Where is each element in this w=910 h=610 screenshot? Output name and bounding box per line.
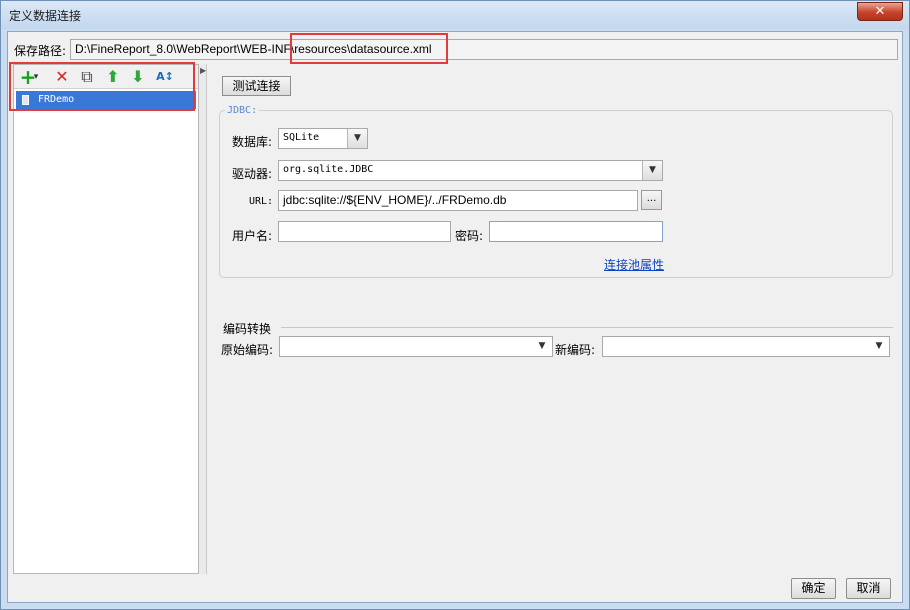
panel-splitter[interactable]: ▶ [199,64,207,574]
dialog-client-area: 保存路径: D:\FineReport_8.0\WebReport\WEB-IN… [7,31,903,603]
close-button[interactable]: ✕ [857,2,903,21]
driver-label: 驱动器: [232,167,273,181]
connection-detail-panel: 测试连接 JDBC: 数据库: SQLite ▼ 驱动器: org.sqlite… [207,64,899,574]
pool-properties-link[interactable]: 连接池属性 [604,256,664,273]
url-label: URL: [249,196,274,207]
password-input[interactable] [489,221,663,242]
connection-toolbar: + ▾ ✕ ⧉ ⬆ ⬇ A↕ [14,65,198,89]
encoding-legend: 编码转换 [223,320,274,337]
chevron-down-icon[interactable]: ▼ [869,337,889,356]
save-path-label: 保存路径: [14,44,67,58]
password-label: 密码: [455,229,484,243]
original-encoding-label: 原始编码: [221,343,274,357]
jdbc-legend: JDBC: [225,105,260,116]
cancel-button[interactable]: 取消 [846,578,891,599]
chevron-down-icon[interactable]: ▼ [642,161,662,180]
database-select-value: SQLite [283,132,320,143]
add-dropdown-icon[interactable]: ▾ [31,67,41,87]
database-label: 数据库: [232,135,273,149]
move-down-icon[interactable]: ⬇ [128,67,148,87]
original-encoding-select[interactable]: ▼ [279,336,553,357]
sort-icon[interactable]: A↕ [153,67,177,87]
delete-icon[interactable]: ✕ [52,67,72,87]
username-input[interactable] [278,221,451,242]
new-encoding-label: 新编码: [555,343,596,357]
tree-item-frdemo[interactable]: FRDemo [16,91,196,109]
collapse-arrow-icon[interactable]: ▶ [200,66,206,75]
save-path-field: D:\FineReport_8.0\WebReport\WEB-INF\reso… [70,39,898,60]
connection-list-panel: + ▾ ✕ ⧉ ⬆ ⬇ A↕ FRDemo [13,64,199,574]
title-bar[interactable]: 定义数据连接 ✕ [1,1,909,29]
test-connection-button[interactable]: 测试连接 [222,76,291,96]
encoding-divider [281,327,893,328]
url-browse-button[interactable]: ... [641,190,662,210]
dialog-window: 定义数据连接 ✕ 保存路径: D:\FineReport_8.0\WebRepo… [0,0,910,610]
window-title: 定义数据连接 [9,9,82,23]
chevron-down-icon[interactable]: ▼ [347,129,367,148]
chevron-down-icon[interactable]: ▼ [532,337,552,356]
move-up-icon[interactable]: ⬆ [103,67,123,87]
new-encoding-select[interactable]: ▼ [602,336,890,357]
url-input[interactable]: jdbc:sqlite://${ENV_HOME}/../FRDemo.db [278,190,638,211]
username-label: 用户名: [232,229,273,243]
database-icon [22,95,29,105]
ok-button[interactable]: 确定 [791,578,836,599]
copy-icon[interactable]: ⧉ [77,67,97,87]
driver-select-value: org.sqlite.JDBC [283,164,374,175]
driver-select[interactable]: org.sqlite.JDBC ▼ [278,160,663,181]
tree-item-label: FRDemo [38,94,75,105]
database-select[interactable]: SQLite ▼ [278,128,368,149]
